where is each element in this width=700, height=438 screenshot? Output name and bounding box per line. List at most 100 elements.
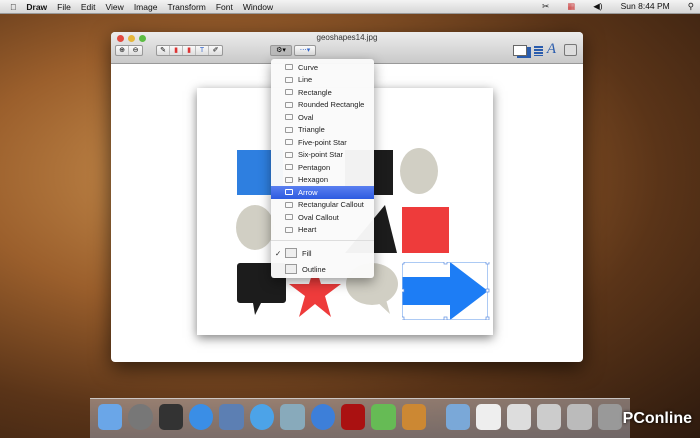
- shape-icon: [285, 226, 293, 233]
- watermark: PConline: [622, 410, 692, 427]
- apple-menu[interactable]: : [10, 2, 16, 12]
- app-menu[interactable]: Draw: [26, 2, 47, 12]
- shape-menu-item-rounded-rectangle[interactable]: Rounded Rectangle: [271, 99, 374, 112]
- font-icon[interactable]: A: [547, 41, 556, 58]
- menu-separator: [271, 240, 374, 241]
- shape-icon: [285, 126, 293, 133]
- shape-menu-item-arrow[interactable]: Arrow: [271, 186, 374, 199]
- spotlight-icon[interactable]: ⚲: [688, 1, 694, 12]
- shape-icon: [285, 201, 293, 208]
- itunes-icon[interactable]: [310, 404, 335, 430]
- menu-item-label: Arrow: [298, 187, 318, 197]
- iphoto-icon[interactable]: [371, 404, 396, 430]
- menu-item-label: Line: [298, 75, 313, 85]
- menu-item-label: Fill: [302, 248, 312, 258]
- pencil-tool[interactable]: ✎: [157, 46, 170, 55]
- shape-icon: [285, 151, 293, 158]
- trash-icon[interactable]: [597, 404, 623, 430]
- zoom-group: ⊕ ⊖: [115, 45, 143, 56]
- menu-font[interactable]: Font: [216, 2, 233, 12]
- safari-icon[interactable]: [249, 404, 275, 430]
- checkmark-icon: ✓: [275, 248, 282, 258]
- tool-group: ✎ ▮ ▮ T ✐: [156, 45, 223, 56]
- dock: [90, 398, 630, 438]
- menu-file[interactable]: File: [57, 2, 71, 12]
- shape-menu-item-line[interactable]: Line: [271, 74, 374, 87]
- menu-transform[interactable]: Transform: [167, 2, 205, 12]
- stack-icon[interactable]: [567, 404, 592, 430]
- shape-icon: [285, 164, 293, 171]
- menu-item-label: Five-point Star: [298, 137, 347, 147]
- menu-item-label: Rectangle: [298, 87, 332, 97]
- menu-view[interactable]: View: [106, 2, 124, 12]
- shape-menu-item-triangle[interactable]: Triangle: [271, 124, 374, 137]
- menu-item-label: Hexagon: [298, 175, 329, 185]
- print-icon[interactable]: [564, 44, 577, 56]
- stamp-tool[interactable]: ▮: [183, 46, 196, 55]
- menu-item-label: Curve: [298, 62, 319, 72]
- blue-arrow[interactable]: [402, 262, 490, 320]
- zoom-in-button[interactable]: ⊕: [116, 46, 129, 55]
- shape-icon: [285, 101, 293, 108]
- marker-tool[interactable]: ▮: [170, 46, 183, 55]
- shape-icon: [285, 139, 293, 146]
- outline-icon: [285, 264, 297, 274]
- clock[interactable]: Sun 8:44 PM: [621, 1, 670, 12]
- brush-tool[interactable]: ✐: [209, 46, 222, 55]
- shape-menu-item-heart[interactable]: Heart: [271, 224, 374, 237]
- shape-menu-item-curve[interactable]: Curve: [271, 61, 374, 74]
- app-store-icon[interactable]: [189, 404, 214, 430]
- shape-menu-item-six-point-star[interactable]: Six-point Star: [271, 149, 374, 162]
- shape-icon: [285, 114, 293, 121]
- scissors-icon[interactable]: ✂: [542, 1, 549, 12]
- volume-icon[interactable]: ◀): [593, 1, 602, 12]
- finder-icon[interactable]: [98, 404, 123, 430]
- gray-circle[interactable]: [400, 148, 438, 194]
- shape-menu-item-five-point-star[interactable]: Five-point Star: [271, 136, 374, 149]
- text-tool[interactable]: T: [196, 46, 209, 55]
- window-title: geoshapes14.jpg: [316, 33, 378, 42]
- shape-menu-item-hexagon[interactable]: Hexagon: [271, 174, 374, 187]
- launchpad-icon[interactable]: [128, 404, 153, 430]
- menu-window[interactable]: Window: [243, 2, 273, 12]
- photo-booth-icon[interactable]: [340, 404, 366, 430]
- shape-menu-item-pentagon[interactable]: Pentagon: [271, 161, 374, 174]
- menu-item-label: Six-point Star: [298, 150, 344, 160]
- applications-folder-icon[interactable]: [445, 404, 471, 430]
- outline-menu-item[interactable]: Outline: [271, 261, 374, 277]
- shape-menu-item-oval-callout[interactable]: Oval Callout: [271, 211, 374, 224]
- menu-edit[interactable]: Edit: [81, 2, 96, 12]
- menu-item-label: Pentagon: [298, 162, 331, 172]
- downloads-icon[interactable]: [506, 404, 532, 430]
- menu-item-label: Rectangular Callout: [298, 200, 364, 210]
- shape-menu-item-rectangular-callout[interactable]: Rectangular Callout: [271, 199, 374, 212]
- shape-menu: Curve Line Rectangle Rounded Rectangle Oval T…: [271, 59, 374, 278]
- menu-image[interactable]: Image: [134, 2, 158, 12]
- red-square[interactable]: [402, 207, 449, 253]
- shape-menu-item-rectangle[interactable]: Rectangle: [271, 86, 374, 99]
- menu-item-label: Oval: [298, 112, 314, 122]
- line-width-icon[interactable]: [534, 46, 543, 56]
- menu-item-label: Oval Callout: [298, 212, 339, 222]
- shape-menu-item-oval[interactable]: Oval: [271, 111, 374, 124]
- documents-icon[interactable]: [476, 404, 501, 430]
- selection-dropdown[interactable]: ⋯▾: [294, 45, 316, 56]
- paint-bucket-icon: [285, 248, 297, 258]
- preview-icon[interactable]: [219, 404, 244, 430]
- flag-icon[interactable]: ▦: [567, 1, 575, 12]
- shape-dropdown[interactable]: ⚙▾: [270, 45, 292, 56]
- gray-circle-2[interactable]: [236, 205, 274, 250]
- fill-menu-item[interactable]: ✓ Fill: [271, 245, 374, 261]
- shape-icon: [285, 176, 293, 183]
- menu-item-label: Heart: [298, 225, 317, 235]
- xcode-icon[interactable]: [280, 404, 305, 430]
- dashboard-icon[interactable]: [158, 404, 184, 430]
- shape-icon: [285, 189, 293, 196]
- shape-icon: [285, 89, 293, 96]
- draw-icon[interactable]: [401, 404, 426, 430]
- menu-item-label: Triangle: [298, 125, 325, 135]
- menu-item-label: Outline: [302, 264, 326, 274]
- zoom-out-button[interactable]: ⊖: [129, 46, 142, 55]
- screenshots-icon[interactable]: [537, 404, 562, 430]
- color-well-icon[interactable]: [513, 45, 527, 56]
